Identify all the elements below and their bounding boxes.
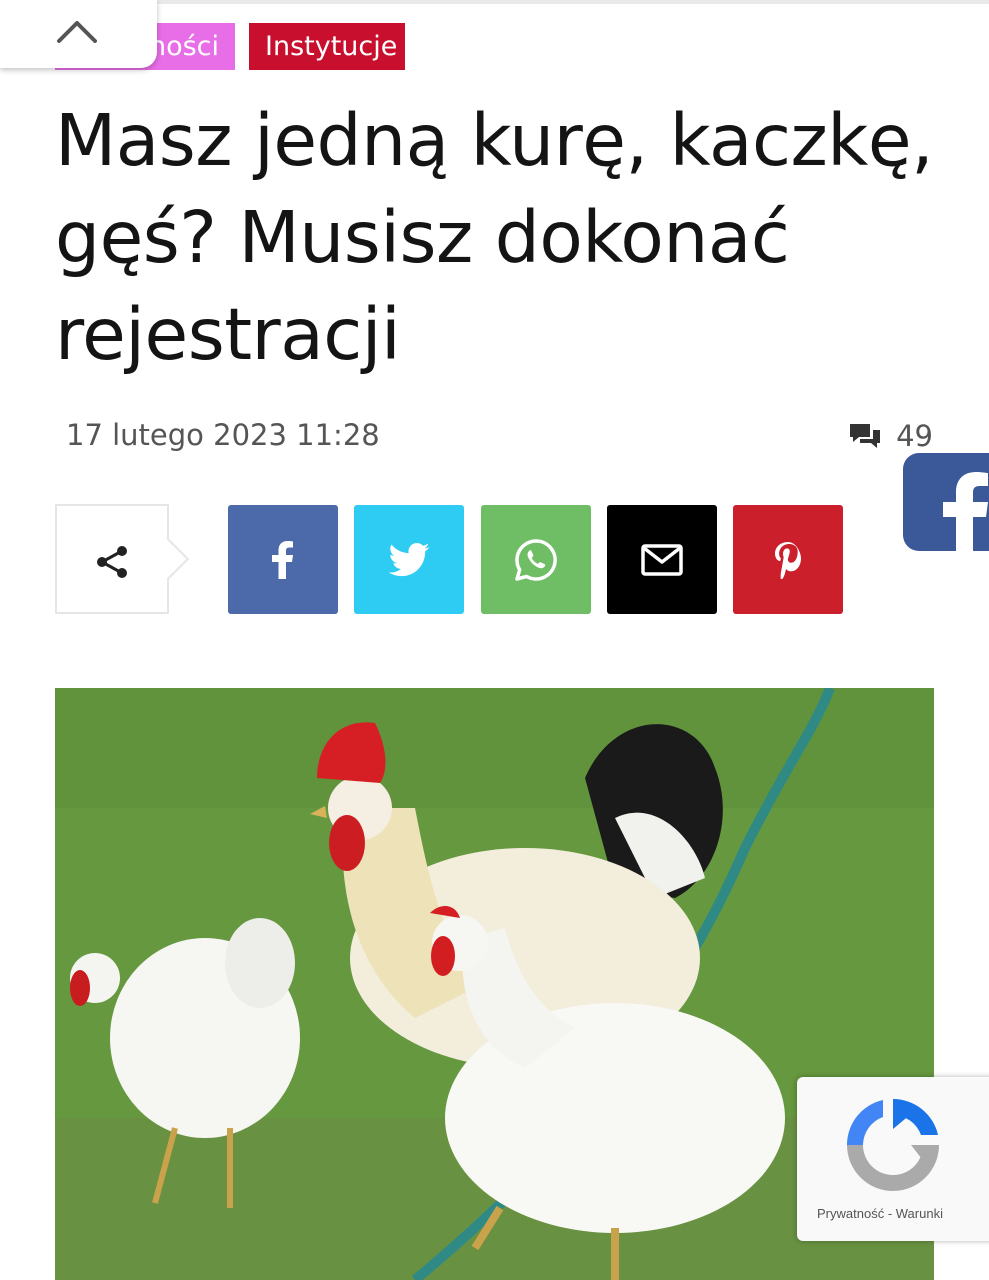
recaptcha-badge[interactable]: Prywatność - Warunki xyxy=(797,1077,989,1241)
article-title: Masz jedną kurę, kaczkę, gęś? Musisz dok… xyxy=(55,99,934,376)
share-pinterest-button[interactable] xyxy=(733,505,843,614)
recaptcha-terms-link[interactable]: Warunki xyxy=(896,1206,943,1221)
comments-count: 49 xyxy=(896,419,933,453)
envelope-icon xyxy=(641,543,683,576)
twitter-icon xyxy=(388,542,430,576)
share-email-button[interactable] xyxy=(607,505,717,614)
share-toggle-button[interactable] xyxy=(55,504,169,614)
share-twitter-button[interactable] xyxy=(354,505,464,614)
facebook-icon xyxy=(272,540,293,579)
share-icon xyxy=(97,546,127,578)
scroll-to-top-button[interactable] xyxy=(0,0,157,68)
article-date: 17 lutego 2023 11:28 xyxy=(66,418,380,452)
whatsapp-icon xyxy=(515,538,557,581)
facebook-icon xyxy=(943,472,988,551)
category-tag-institutions[interactable]: Instytucje xyxy=(249,23,405,70)
share-whatsapp-button[interactable] xyxy=(481,505,591,614)
comments-link[interactable]: 49 xyxy=(848,418,933,454)
pinterest-icon xyxy=(775,541,801,579)
chevron-up-icon xyxy=(57,21,97,43)
recaptcha-icon xyxy=(846,1098,939,1191)
recaptcha-separator: - xyxy=(884,1206,896,1221)
floating-facebook-button[interactable] xyxy=(903,453,989,551)
comments-icon xyxy=(850,424,881,448)
recaptcha-links: Prywatność - Warunki xyxy=(817,1206,943,1221)
share-facebook-button[interactable] xyxy=(228,505,338,614)
recaptcha-privacy-link[interactable]: Prywatność xyxy=(817,1206,884,1221)
